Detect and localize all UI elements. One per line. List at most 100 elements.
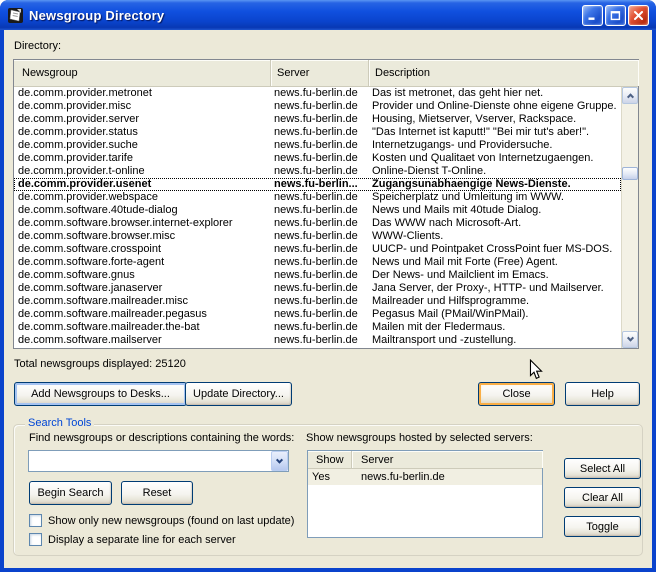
- add-newsgroups-button[interactable]: Add Newsgroups to Desks...: [14, 382, 187, 406]
- cell-newsgroup: de.comm.software.browser.misc: [14, 230, 271, 243]
- cell-newsgroup: de.comm.software.mailreader.the-bat: [14, 321, 271, 334]
- directory-row[interactable]: de.comm.software.mailservernews.fu-berli…: [14, 334, 621, 347]
- cell-description: "Das Internet ist kaputt!" "Bei mir tut'…: [369, 126, 621, 139]
- directory-row[interactable]: de.comm.software.gnusnews.fu-berlin.deDe…: [14, 269, 621, 282]
- directory-row[interactable]: de.comm.provider.metronetnews.fu-berlin.…: [14, 87, 621, 100]
- directory-row[interactable]: de.comm.provider.miscnews.fu-berlin.dePr…: [14, 100, 621, 113]
- cell-newsgroup: de.comm.provider.status: [14, 126, 271, 139]
- cell-description: Mailtransport und -zustellung.: [369, 334, 621, 347]
- scroll-up-button[interactable]: [622, 87, 638, 104]
- column-header-server[interactable]: Server: [352, 451, 542, 468]
- scrollbar-thumb[interactable]: [622, 167, 638, 180]
- directory-row[interactable]: de.comm.provider.webspacenews.fu-berlin.…: [14, 191, 621, 204]
- find-words-label: Find newsgroups or descriptions containi…: [29, 432, 294, 444]
- search-words-combobox: [28, 450, 289, 472]
- column-header-show[interactable]: Show: [308, 451, 352, 468]
- cell-description: Das ist metronet, das geht hier net.: [369, 87, 621, 100]
- cell-server: news.fu-berlin.de: [271, 243, 369, 256]
- cell-newsgroup: de.comm.provider.usenet: [14, 178, 271, 191]
- cell-newsgroup: de.comm.software.mailserver: [14, 334, 271, 347]
- server-row[interactable]: Yesnews.fu-berlin.de: [308, 469, 542, 485]
- total-newsgroups-status: Total newsgroups displayed: 25120: [14, 358, 186, 370]
- show-only-new-label: Show only new newsgroups (found on last …: [48, 515, 294, 527]
- chevron-up-icon: [626, 93, 633, 100]
- cell-server: news.fu-berlin.de: [271, 87, 369, 100]
- cell-server: news.fu-berlin.de: [271, 139, 369, 152]
- minimize-icon: [587, 10, 598, 21]
- cell-newsgroup: de.comm.software.browser.internet-explor…: [14, 217, 271, 230]
- directory-row[interactable]: de.comm.software.crosspointnews.fu-berli…: [14, 243, 621, 256]
- directory-row[interactable]: de.comm.software.mailreader.miscnews.fu-…: [14, 295, 621, 308]
- cell-server: news.fu-berlin.de: [271, 100, 369, 113]
- directory-row[interactable]: de.comm.provider.statusnews.fu-berlin.de…: [14, 126, 621, 139]
- directory-row[interactable]: de.comm.software.40tude-dialognews.fu-be…: [14, 204, 621, 217]
- update-directory-button[interactable]: Update Directory...: [185, 382, 292, 406]
- dialog-body: Directory: Newsgroup Server Description …: [4, 30, 652, 568]
- cell-newsgroup: de.comm.software.mailreader.pegasus: [14, 308, 271, 321]
- cell-description: Provider und Online-Dienste ohne eigene …: [369, 100, 621, 113]
- column-header-description[interactable]: Description: [369, 60, 638, 86]
- directory-row[interactable]: de.comm.software.janaservernews.fu-berli…: [14, 282, 621, 295]
- search-words-input[interactable]: [29, 451, 271, 471]
- reset-button[interactable]: Reset: [121, 481, 193, 505]
- vertical-scrollbar[interactable]: [621, 87, 638, 348]
- close-window-button[interactable]: [628, 5, 649, 26]
- show-only-new-checkbox[interactable]: [29, 514, 42, 527]
- help-button[interactable]: Help: [565, 382, 640, 406]
- close-icon: [633, 10, 644, 21]
- cell-newsgroup: de.comm.software.janaserver: [14, 282, 271, 295]
- select-all-button[interactable]: Select All: [564, 458, 641, 479]
- directory-row[interactable]: de.comm.provider.t-onlinenews.fu-berlin.…: [14, 165, 621, 178]
- combo-dropdown-button[interactable]: [271, 451, 288, 471]
- cell-newsgroup: de.comm.software.forte-agent: [14, 256, 271, 269]
- cell-newsgroup: de.comm.software.crosspoint: [14, 243, 271, 256]
- begin-search-button[interactable]: Begin Search: [29, 481, 112, 505]
- window-title: Newsgroup Directory: [29, 8, 164, 23]
- cell-server: news.fu-berlin.de: [352, 469, 542, 485]
- cell-newsgroup: de.comm.provider.server: [14, 113, 271, 126]
- cell-newsgroup: de.comm.provider.metronet: [14, 87, 271, 100]
- separate-line-checkbox[interactable]: [29, 533, 42, 546]
- cell-description: News und Mail mit Forte (Free) Agent.: [369, 256, 621, 269]
- minimize-button[interactable]: [582, 5, 603, 26]
- clear-all-button[interactable]: Clear All: [564, 487, 641, 508]
- cell-server: news.fu-berlin.de: [271, 282, 369, 295]
- close-button[interactable]: Close: [478, 382, 555, 406]
- chevron-down-icon: [626, 335, 633, 342]
- scroll-down-button[interactable]: [622, 331, 638, 348]
- cell-newsgroup: de.comm.provider.t-online: [14, 165, 271, 178]
- cell-description: Online-Dienst T-Online.: [369, 165, 621, 178]
- total-value: 25120: [155, 358, 186, 370]
- directory-row[interactable]: de.comm.software.browser.internet-explor…: [14, 217, 621, 230]
- directory-row[interactable]: de.comm.software.browser.miscnews.fu-ber…: [14, 230, 621, 243]
- cell-server: news.fu-berlin.de: [271, 321, 369, 334]
- cell-description: Der News- und Mailclient im Emacs.: [369, 269, 621, 282]
- directory-row[interactable]: de.comm.provider.servernews.fu-berlin.de…: [14, 113, 621, 126]
- separate-line-label: Display a separate line for each server: [48, 534, 236, 546]
- cell-description: Internetzugangs- und Providersuche.: [369, 139, 621, 152]
- directory-row[interactable]: de.comm.provider.usenetnews.fu-berlin...…: [14, 178, 621, 191]
- maximize-icon: [610, 10, 621, 21]
- cell-description: News und Mails mit 40tude Dialog.: [369, 204, 621, 217]
- cell-server: news.fu-berlin...: [271, 178, 369, 191]
- directory-row[interactable]: de.comm.provider.suchenews.fu-berlin.deI…: [14, 139, 621, 152]
- directory-row[interactable]: de.comm.software.mailreader.the-batnews.…: [14, 321, 621, 334]
- cell-description: Speicherplatz und Umleitung im WWW.: [369, 191, 621, 204]
- directory-row[interactable]: de.comm.software.mailreader.pegasusnews.…: [14, 308, 621, 321]
- cell-server: news.fu-berlin.de: [271, 256, 369, 269]
- titlebar[interactable]: Newsgroup Directory: [0, 0, 656, 30]
- maximize-button[interactable]: [605, 5, 626, 26]
- servers-hosted-label: Show newsgroups hosted by selected serve…: [306, 432, 533, 444]
- search-tools-title: Search Tools: [25, 417, 94, 429]
- cell-description: Mailen mit der Fledermaus.: [369, 321, 621, 334]
- column-header-newsgroup[interactable]: Newsgroup: [14, 60, 271, 86]
- cell-description: Jana Server, der Proxy-, HTTP- und Mails…: [369, 282, 621, 295]
- column-header-server[interactable]: Server: [271, 60, 369, 86]
- cell-description: Housing, Mietserver, Vserver, Rackspace.: [369, 113, 621, 126]
- cell-server: news.fu-berlin.de: [271, 230, 369, 243]
- directory-row[interactable]: de.comm.software.forte-agentnews.fu-berl…: [14, 256, 621, 269]
- separate-line-checkbox-row: Display a separate line for each server: [29, 533, 236, 546]
- toggle-button[interactable]: Toggle: [564, 516, 641, 537]
- directory-row[interactable]: de.comm.provider.tarifenews.fu-berlin.de…: [14, 152, 621, 165]
- search-tools-group: Search Tools Find newsgroups or descript…: [13, 424, 643, 556]
